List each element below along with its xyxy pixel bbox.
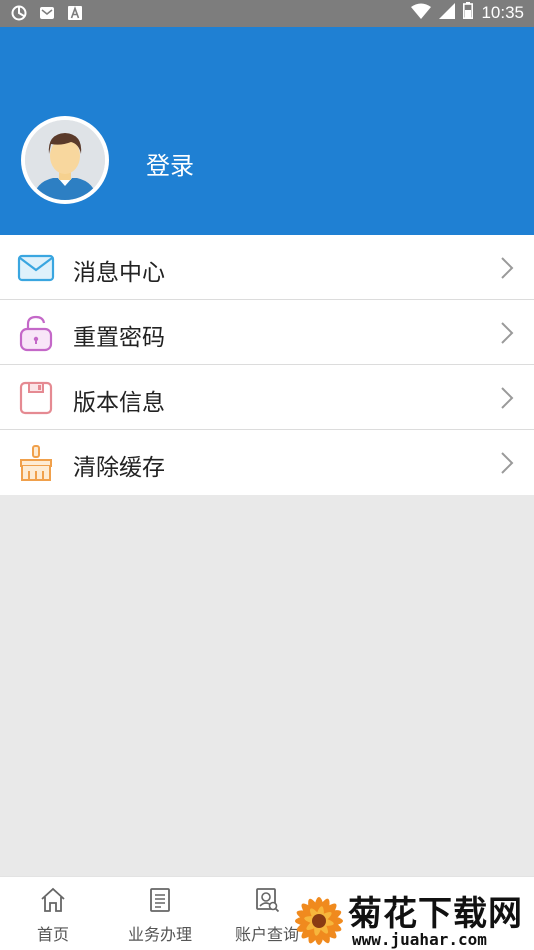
nav-label: 业务办理 — [128, 925, 193, 944]
wifi-icon — [411, 3, 432, 23]
unlock-icon — [17, 314, 55, 352]
status-bar-left — [10, 4, 84, 22]
chevron-right-icon — [500, 386, 514, 410]
watermark-title: 菊花下载网 — [348, 894, 523, 934]
chevron-right-icon — [500, 451, 514, 475]
status-time: 10:35 — [481, 2, 524, 22]
menu-item-reset-password[interactable]: 重置密码 — [0, 300, 534, 365]
nav-label: 首页 — [37, 925, 70, 944]
status-bar: 10:35 — [0, 0, 534, 27]
profile-header: 登录 — [0, 27, 534, 235]
menu-item-version-info[interactable]: 版本信息 — [0, 365, 534, 430]
menu-item-label: 重置密码 — [73, 325, 165, 351]
home-icon — [40, 887, 66, 913]
chevron-right-icon — [500, 321, 514, 345]
avatar[interactable] — [21, 116, 109, 204]
menu-item-label: 版本信息 — [73, 390, 165, 416]
login-link[interactable]: 登录 — [146, 146, 194, 181]
avatar-image — [25, 120, 105, 200]
sync-icon — [10, 4, 28, 22]
menu-item-label: 清除缓存 — [73, 455, 165, 481]
document-icon — [147, 887, 173, 913]
signal-icon — [439, 2, 456, 23]
watermark: 菊花下载网 www.juahar.com — [288, 882, 534, 950]
watermark-url: www.juahar.com — [352, 930, 487, 949]
menu-item-label: 消息中心 — [73, 260, 165, 286]
mail-icon — [38, 4, 56, 22]
menu-item-messages[interactable]: 消息中心 — [0, 235, 534, 300]
menu-item-clear-cache[interactable]: 清除缓存 — [0, 430, 534, 495]
broom-icon — [17, 444, 55, 482]
account-search-icon — [254, 887, 280, 913]
settings-menu: 消息中心 重置密码 版本信息 清除缓存 — [0, 235, 534, 495]
battery-icon — [463, 2, 474, 23]
flower-logo-icon — [288, 888, 350, 950]
chevron-right-icon — [500, 256, 514, 280]
a-icon — [66, 4, 84, 22]
status-bar-right: 10:35 — [411, 2, 524, 23]
nav-item-home[interactable]: 首页 — [0, 877, 107, 950]
envelope-icon — [17, 249, 55, 287]
save-icon — [17, 379, 55, 417]
nav-item-business[interactable]: 业务办理 — [107, 877, 214, 950]
